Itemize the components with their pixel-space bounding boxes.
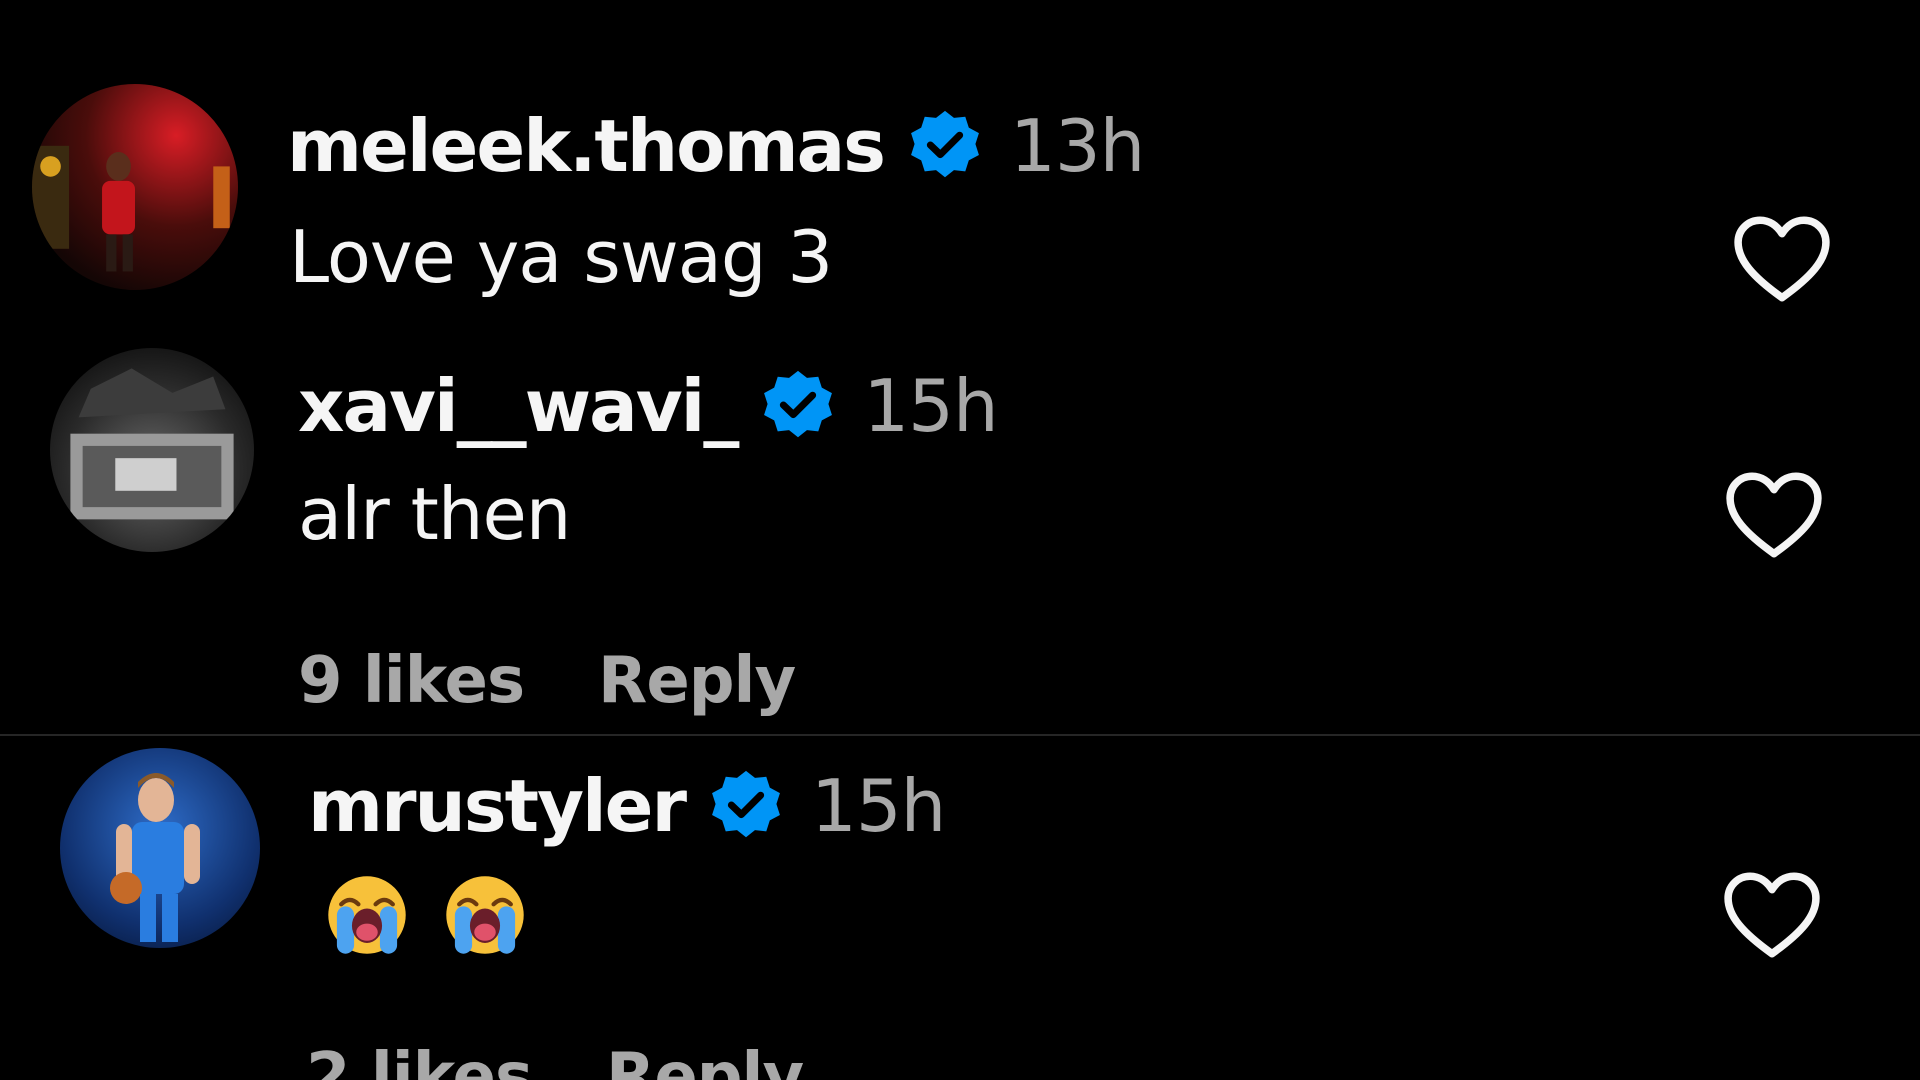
comment-text: Love ya swag 3 [289, 215, 833, 299]
loudly-crying-face-icon [446, 876, 524, 954]
comment-emojis [324, 872, 528, 958]
username[interactable]: xavi__wavi_ [298, 364, 739, 448]
comment-header: xavi__wavi_ 15h [298, 364, 999, 448]
like-heart-icon[interactable] [1722, 470, 1826, 562]
comment-text: alr then [298, 472, 571, 556]
reply-button[interactable]: Reply [606, 1040, 804, 1080]
username[interactable]: meleek.thomas [287, 104, 886, 188]
comment-header: mrustyler 15h [308, 764, 946, 848]
loudly-crying-face-icon [328, 876, 406, 954]
like-heart-icon[interactable] [1720, 870, 1824, 962]
timestamp: 15h [811, 764, 946, 848]
divider [0, 734, 1920, 736]
avatar[interactable] [32, 84, 238, 290]
avatar[interactable] [60, 748, 260, 948]
username[interactable]: mrustyler [308, 764, 687, 848]
verified-badge-icon [707, 767, 785, 845]
verified-badge-icon [906, 107, 984, 185]
like-heart-icon[interactable] [1730, 214, 1834, 306]
avatar-image [50, 348, 254, 552]
avatar-image [32, 84, 238, 290]
likes-count[interactable]: 2 likes [306, 1040, 533, 1080]
avatar[interactable] [50, 348, 254, 552]
reply-button[interactable]: Reply [598, 644, 796, 718]
timestamp: 15h [863, 364, 998, 448]
comment-header: meleek.thomas 13h [287, 104, 1145, 188]
likes-count[interactable]: 9 likes [298, 644, 525, 718]
timestamp: 13h [1010, 104, 1145, 188]
comments-feed: meleek.thomas 13h Love ya swag 3 xavi__w… [0, 0, 1920, 1080]
comment-actions: 2 likes Reply [306, 1040, 804, 1080]
verified-badge-icon [759, 367, 837, 445]
avatar-image [60, 748, 260, 948]
comment-actions: 9 likes Reply [298, 644, 796, 718]
